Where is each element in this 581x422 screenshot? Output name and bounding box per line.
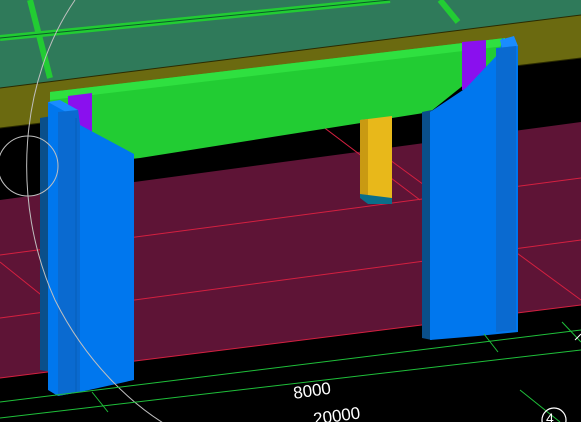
structural-model-view[interactable] xyxy=(0,0,581,422)
3d-model-viewport[interactable]: 8000 20000 4 xyxy=(0,0,581,422)
yellow-post[interactable] xyxy=(360,116,392,204)
grid-bubble-label: 4 xyxy=(546,410,554,422)
